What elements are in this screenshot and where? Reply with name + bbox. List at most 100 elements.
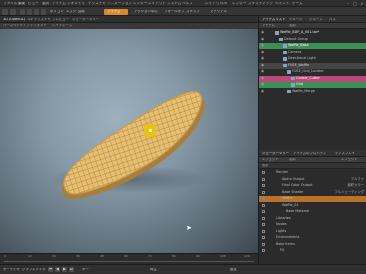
shader-row[interactable]: Base Shader フルシェーディング [259, 190, 366, 196]
toolbar-action-center[interactable]: アクション中心 [134, 10, 158, 13]
material-mode-button[interactable] [41, 8, 46, 15]
tab-shader-tree[interactable]: シェーダーツリー [262, 152, 289, 155]
enable-toggle-icon[interactable] [262, 216, 265, 220]
col-effect[interactable]: エフェクト [262, 158, 278, 161]
settings-button[interactable]: 設定 [230, 268, 237, 271]
tab-preview[interactable]: プレビュー [52, 18, 69, 21]
item-row[interactable]: ◉ FUSE_Waffle [259, 62, 366, 69]
layout-tab-layout[interactable]: レイアウト [205, 2, 223, 6]
view-type-dropdown[interactable]: パースペクティブ [3, 24, 30, 27]
timeline-track[interactable] [4, 261, 254, 262]
item-row[interactable]: ◉ Directional Light [259, 56, 366, 62]
shader-row[interactable]: Libraries [259, 216, 366, 222]
close-icon[interactable]: × [360, 2, 364, 6]
tab-item-list[interactable]: アイテムリスト [262, 18, 285, 21]
toolbar-edge-label[interactable]: エッジ [66, 10, 76, 13]
shader-row[interactable]: Render [259, 170, 366, 176]
enable-toggle-icon[interactable] [262, 171, 265, 175]
tab-display[interactable]: ディスプレイ [335, 152, 355, 155]
shader-row[interactable]: Lights [259, 229, 366, 235]
audio-button[interactable]: オーディオ [3, 268, 20, 271]
toolbar-snap[interactable]: スナップ [186, 10, 200, 13]
item-row[interactable]: ◉ Grid [259, 82, 366, 88]
menu-system[interactable]: システム [167, 2, 181, 6]
enable-toggle-icon[interactable] [262, 210, 265, 214]
visibility-eye-icon[interactable]: ◉ [261, 89, 264, 94]
visibility-eye-icon[interactable]: ◉ [261, 76, 264, 81]
item-row[interactable]: ◉ Waffle_BDP_A_001.lxo* [259, 30, 366, 36]
maximize-icon[interactable]: □ [353, 2, 357, 6]
menu-item[interactable]: アイテム [52, 2, 66, 6]
tab-item-properties[interactable]: アイテムのプロパティ [293, 152, 326, 155]
shading-dropdown[interactable]: デフォルト [30, 24, 47, 27]
item-row[interactable]: ◉ Cookie_Cutter [259, 75, 366, 82]
shader-filter-dropdown[interactable]: 表示 [262, 164, 269, 167]
menu-view[interactable]: ビュー [28, 2, 39, 6]
layout-tab-uv[interactable]: UV [222, 2, 227, 6]
visibility-eye-icon[interactable]: ◉ [261, 43, 264, 48]
edge-mode-button[interactable] [27, 8, 32, 15]
enable-toggle-icon[interactable] [262, 229, 265, 233]
raytrace-toggle[interactable]: レイトレース [52, 24, 72, 27]
item-row[interactable]: ◉ Waffle_Merge [259, 89, 366, 95]
enable-toggle-icon[interactable] [262, 177, 265, 181]
toolbar-vertex-label[interactable]: 頂点 [78, 10, 85, 13]
redo-button[interactable] [10, 8, 16, 15]
toolbar-polygon-label[interactable]: ポリゴン [50, 10, 64, 13]
visibility-eye-icon[interactable]: ◉ [261, 30, 264, 35]
minimize-icon[interactable]: – [346, 2, 350, 6]
shader-row[interactable]: Environments [259, 235, 366, 241]
tab-images[interactable]: イメージ [289, 18, 303, 21]
shader-row[interactable]: Alpha Output アルファ [259, 177, 366, 183]
menu-texture[interactable]: テクスチャ [88, 2, 106, 6]
visibility-eye-icon[interactable]: ◉ [261, 82, 264, 87]
enable-toggle-icon[interactable] [262, 242, 265, 246]
undo-button[interactable] [2, 8, 8, 15]
enable-toggle-icon[interactable] [262, 223, 265, 227]
menu-edit[interactable]: 編集 [18, 2, 25, 6]
shader-effect-value[interactable]: 最終カラー [348, 183, 364, 187]
col-name[interactable]: 名前 [289, 24, 296, 27]
shader-effect-value[interactable]: フルシェーディング [335, 190, 364, 194]
key-button[interactable]: キー [82, 268, 89, 271]
shader-row[interactable]: Nodes [259, 222, 366, 228]
menu-help[interactable]: ヘルプ [182, 2, 193, 6]
graph-editor-button[interactable]: グラフエディタ [22, 268, 46, 271]
item-row[interactable]: ◉ Waffle_Base [259, 43, 366, 49]
visibility-eye-icon[interactable]: ◉ [261, 37, 264, 42]
toolbar-material[interactable]: マテリアル [210, 10, 227, 13]
3d-viewport[interactable]: ➤ [0, 29, 258, 253]
menu-animation[interactable]: アニメーション [107, 2, 132, 6]
layout-tab-render[interactable]: レンダー [232, 2, 246, 6]
play-reverse-icon[interactable]: ◀ [55, 267, 60, 272]
timeline[interactable]: 0 12 24 36 48 60 72 84 96 108 120 [0, 253, 258, 264]
shader-row[interactable]: Final Color Output 最終カラー [259, 183, 366, 189]
item-row[interactable]: ◉ Camera [259, 50, 366, 56]
menu-file[interactable]: ファイル [3, 2, 17, 6]
shader-row[interactable]: Waffle [259, 196, 366, 202]
tab-groups[interactable]: グループ [309, 18, 322, 21]
toolbar-falloff[interactable]: フォールオフ [164, 10, 184, 13]
tab-shader-tree[interactable]: シェーダーツリー [72, 18, 99, 21]
menu-geometry[interactable]: ジオメトリ [67, 2, 85, 6]
play-button[interactable]: 再生 [150, 268, 157, 271]
layout-tab-game[interactable]: ゲーム [292, 2, 303, 6]
enable-toggle-icon[interactable] [262, 236, 265, 240]
first-frame-icon[interactable]: ⏮ [48, 267, 53, 272]
enable-toggle-icon[interactable] [262, 184, 265, 188]
enable-toggle-icon[interactable] [262, 249, 265, 253]
enable-toggle-icon[interactable] [262, 203, 265, 207]
enable-toggle-icon[interactable] [262, 197, 265, 201]
layout-tab-paint[interactable]: ペイント [275, 2, 289, 6]
menu-select[interactable]: 選択 [42, 2, 49, 6]
layout-tab-schematic[interactable]: スケマティック [248, 2, 273, 6]
menu-layout[interactable]: レイアウト [148, 2, 166, 6]
col-shader-name[interactable]: 名前 [289, 158, 296, 161]
col-shader-effect[interactable]: エフェクト [341, 158, 357, 161]
item-row[interactable]: ◉ FUSE_Grid_Locator [259, 69, 366, 75]
item-row[interactable]: ◉ Default Group [259, 37, 366, 43]
shader-row[interactable]: Bake Items [259, 242, 366, 248]
menu-render[interactable]: レンダー [133, 2, 147, 6]
shader-effect-value[interactable]: アルファ [351, 177, 364, 181]
visibility-eye-icon[interactable]: ◉ [261, 56, 264, 61]
